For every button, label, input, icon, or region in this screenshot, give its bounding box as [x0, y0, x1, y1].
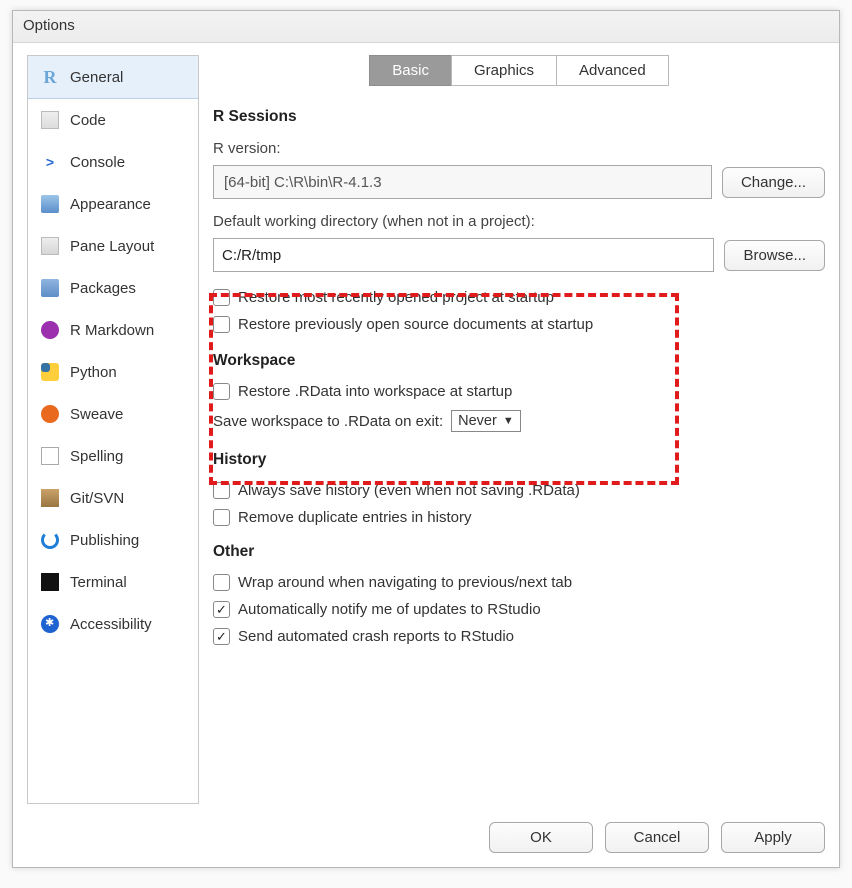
- sidebar-item-label: Git/SVN: [70, 490, 124, 507]
- sidebar-item-label: Packages: [70, 280, 136, 297]
- python-icon: [40, 362, 60, 382]
- code-icon: [40, 110, 60, 130]
- accessibility-icon: [40, 614, 60, 634]
- always-save-history-label: Always save history (even when not savin…: [238, 482, 580, 499]
- publishing-icon: [40, 530, 60, 550]
- rmarkdown-icon: [40, 320, 60, 340]
- dialog-footer: OK Cancel Apply: [13, 812, 839, 867]
- section-other: Other: [213, 543, 825, 561]
- notify-updates-label: Automatically notify me of updates to RS…: [238, 601, 541, 618]
- crash-reports-row[interactable]: Send automated crash reports to RStudio: [213, 628, 825, 645]
- terminal-icon: [40, 572, 60, 592]
- browse-wd-button[interactable]: Browse...: [724, 240, 825, 271]
- sidebar-item-label: Spelling: [70, 448, 123, 465]
- options-sidebar: R General Code > Console Appearance Pane…: [27, 55, 199, 804]
- sidebar-item-label: Publishing: [70, 532, 139, 549]
- sidebar-item-general[interactable]: R General: [28, 56, 198, 99]
- sidebar-item-packages[interactable]: Packages: [28, 267, 198, 309]
- restore-project-checkbox[interactable]: [213, 289, 230, 306]
- sidebar-item-accessibility[interactable]: Accessibility: [28, 603, 198, 645]
- options-tabs: Basic Graphics Advanced: [213, 55, 825, 86]
- sidebar-item-label: Terminal: [70, 574, 127, 591]
- dialog-title: Options: [13, 11, 839, 43]
- sidebar-item-spelling[interactable]: Spelling: [28, 435, 198, 477]
- restore-source-label: Restore previously open source documents…: [238, 316, 593, 333]
- sidebar-item-sweave[interactable]: Sweave: [28, 393, 198, 435]
- restore-source-checkbox[interactable]: [213, 316, 230, 333]
- sidebar-item-label: Console: [70, 154, 125, 171]
- pane-layout-icon: [40, 236, 60, 256]
- sidebar-item-label: Python: [70, 364, 117, 381]
- sidebar-item-label: Code: [70, 112, 106, 129]
- r-logo-icon: R: [40, 67, 60, 87]
- sidebar-item-publishing[interactable]: Publishing: [28, 519, 198, 561]
- sidebar-item-console[interactable]: > Console: [28, 141, 198, 183]
- remove-dup-history-checkbox[interactable]: [213, 509, 230, 526]
- restore-project-row[interactable]: Restore most recently opened project at …: [213, 289, 825, 306]
- sidebar-item-pane-layout[interactable]: Pane Layout: [28, 225, 198, 267]
- sidebar-item-label: Accessibility: [70, 616, 152, 633]
- crash-reports-label: Send automated crash reports to RStudio: [238, 628, 514, 645]
- wrap-tabs-label: Wrap around when navigating to previous/…: [238, 574, 572, 591]
- save-workspace-select[interactable]: Never ▼: [451, 410, 521, 432]
- wrap-tabs-checkbox[interactable]: [213, 574, 230, 591]
- save-workspace-label: Save workspace to .RData on exit:: [213, 413, 443, 430]
- always-save-history-checkbox[interactable]: [213, 482, 230, 499]
- cancel-button[interactable]: Cancel: [605, 822, 709, 853]
- remove-dup-history-label: Remove duplicate entries in history: [238, 509, 471, 526]
- sidebar-item-appearance[interactable]: Appearance: [28, 183, 198, 225]
- sidebar-item-label: Appearance: [70, 196, 151, 213]
- notify-updates-row[interactable]: Automatically notify me of updates to RS…: [213, 601, 825, 618]
- r-version-label: R version:: [213, 140, 825, 157]
- restore-project-label: Restore most recently opened project at …: [238, 289, 554, 306]
- sidebar-item-terminal[interactable]: Terminal: [28, 561, 198, 603]
- chevron-down-icon: ▼: [503, 415, 514, 427]
- apply-button[interactable]: Apply: [721, 822, 825, 853]
- crash-reports-checkbox[interactable]: [213, 628, 230, 645]
- restore-rdata-row[interactable]: Restore .RData into workspace at startup: [213, 383, 825, 400]
- section-history: History: [213, 451, 825, 469]
- options-main-panel: Basic Graphics Advanced R Sessions R ver…: [213, 55, 825, 804]
- options-dialog: Options R General Code > Console Appeara…: [12, 10, 840, 868]
- r-version-value: [64-bit] C:\R\bin\R-4.1.3: [213, 165, 712, 199]
- sidebar-item-label: Sweave: [70, 406, 123, 423]
- sidebar-item-git-svn[interactable]: Git/SVN: [28, 477, 198, 519]
- default-wd-label: Default working directory (when not in a…: [213, 213, 825, 230]
- console-icon: >: [40, 152, 60, 172]
- remove-dup-history-row[interactable]: Remove duplicate entries in history: [213, 509, 825, 526]
- wrap-tabs-row[interactable]: Wrap around when navigating to previous/…: [213, 574, 825, 591]
- default-wd-input[interactable]: C:/R/tmp: [213, 238, 714, 272]
- tab-basic[interactable]: Basic: [369, 55, 452, 86]
- restore-rdata-label: Restore .RData into workspace at startup: [238, 383, 512, 400]
- git-svn-icon: [40, 488, 60, 508]
- tab-advanced[interactable]: Advanced: [556, 55, 669, 86]
- always-save-history-row[interactable]: Always save history (even when not savin…: [213, 482, 825, 499]
- sidebar-item-label: R Markdown: [70, 322, 154, 339]
- sidebar-item-label: General: [70, 69, 123, 86]
- save-workspace-row: Save workspace to .RData on exit: Never …: [213, 410, 825, 432]
- ok-button[interactable]: OK: [489, 822, 593, 853]
- sidebar-item-code[interactable]: Code: [28, 99, 198, 141]
- notify-updates-checkbox[interactable]: [213, 601, 230, 618]
- section-r-sessions: R Sessions: [213, 108, 825, 126]
- appearance-icon: [40, 194, 60, 214]
- restore-rdata-checkbox[interactable]: [213, 383, 230, 400]
- change-r-version-button[interactable]: Change...: [722, 167, 825, 198]
- packages-icon: [40, 278, 60, 298]
- restore-source-row[interactable]: Restore previously open source documents…: [213, 316, 825, 333]
- sidebar-item-python[interactable]: Python: [28, 351, 198, 393]
- sidebar-item-r-markdown[interactable]: R Markdown: [28, 309, 198, 351]
- dialog-body: R General Code > Console Appearance Pane…: [13, 43, 839, 812]
- sweave-icon: [40, 404, 60, 424]
- section-workspace: Workspace: [213, 352, 825, 370]
- tab-graphics[interactable]: Graphics: [451, 55, 557, 86]
- sidebar-item-label: Pane Layout: [70, 238, 154, 255]
- spelling-icon: [40, 446, 60, 466]
- save-workspace-value: Never: [458, 413, 497, 429]
